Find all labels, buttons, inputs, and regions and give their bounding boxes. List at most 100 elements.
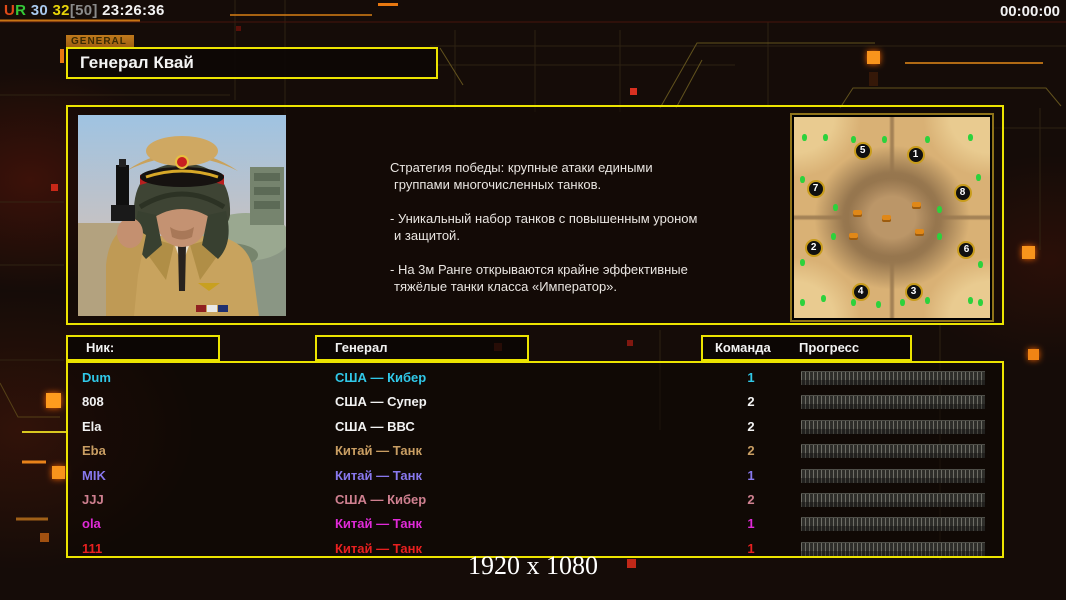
- map-resource-dot: [821, 294, 827, 302]
- map-spawn-marker: 8: [953, 184, 972, 203]
- map-preview: 12345678: [790, 113, 994, 322]
- player-load-progressbar: [801, 395, 985, 410]
- map-resource-dot: [937, 206, 943, 214]
- tie: [178, 245, 186, 291]
- player-team: 2: [747, 491, 755, 507]
- player-nick: ola: [82, 516, 101, 532]
- top-status-bar: UR 30 32[50] 23:26:36 00:00:00: [0, 0, 1066, 22]
- map-resource-dot: [925, 296, 931, 304]
- header-nick-label: Ник:: [86, 340, 115, 355]
- player-nick: Eba: [82, 443, 106, 459]
- map-spawn-marker: 3: [904, 282, 923, 301]
- map-spawn-marker: 1: [906, 146, 925, 165]
- roster-row: Dum США — Кибер 1: [68, 366, 1002, 390]
- header-team-label: Команда: [715, 340, 771, 355]
- player-load-progressbar: [801, 468, 985, 483]
- map-terrain: 12345678: [794, 117, 990, 318]
- roster-row: ola Китай — Танк 1: [68, 512, 1002, 536]
- map-resource-dot: [978, 298, 984, 306]
- player-load-progressbar: [801, 492, 985, 507]
- header-team-progress: Команда Прогресс: [701, 335, 912, 361]
- player-nick: MIK: [82, 467, 106, 483]
- map-resource-dot: [833, 204, 839, 212]
- page-title: Генерал Квай: [80, 53, 194, 72]
- map-resource-dot: [925, 136, 931, 144]
- info-paragraph: Стратегия победы: крупные атаки едиными г…: [390, 160, 653, 192]
- map-spawn-marker: 7: [806, 180, 825, 199]
- player-team: 1: [747, 516, 755, 532]
- roster-row: Ela США — ВВС 2: [68, 415, 1002, 439]
- player-general: США — ВВС: [335, 418, 415, 434]
- map-supply-pile: [882, 214, 892, 222]
- info-paragraph: - Уникальный набор танков с повышенным у…: [390, 211, 698, 243]
- player-general: Китай — Танк: [335, 467, 422, 483]
- map-spawn-marker: 2: [804, 238, 823, 257]
- session-stats: UR 30 32[50] 23:26:36: [4, 2, 165, 19]
- header-general-label: Генерал: [335, 340, 388, 355]
- player-nick: 808: [82, 394, 104, 410]
- player-nick: Dum: [82, 370, 111, 385]
- map-resource-dot: [899, 298, 905, 306]
- general-info-panel: Стратегия победы: крупные атаки едиными г…: [66, 105, 1004, 325]
- match-timer: 00:00:00: [999, 3, 1060, 20]
- header-general: Генерал: [315, 335, 529, 361]
- player-general: США — Кибер: [335, 491, 427, 507]
- strategy-text: Стратегия победы: крупные атаки едиными г…: [390, 159, 720, 312]
- player-load-progressbar: [801, 419, 985, 434]
- roster-row: Eba Китай — Танк 2: [68, 439, 1002, 463]
- map-resource-dot: [876, 300, 882, 308]
- player-nick: JJJ: [82, 491, 104, 507]
- stat-yellow: 32: [52, 2, 70, 19]
- map-resource-dot: [968, 134, 974, 142]
- map-resource-dot: [937, 232, 943, 240]
- map-resource-dot: [968, 296, 974, 304]
- player-team: 1: [747, 370, 755, 385]
- player-team: 2: [747, 394, 755, 410]
- player-nick: Ela: [82, 418, 102, 434]
- player-general: США — Кибер: [335, 370, 427, 385]
- roster-panel: Dum США — Кибер 1 808 США — Супер 2 Ela …: [66, 361, 1004, 558]
- clock: 23:26:36: [102, 2, 165, 19]
- cap-star-badge: [175, 155, 189, 169]
- info-paragraph: - На 3м Ранге открываются крайне эффекти…: [390, 262, 688, 294]
- map-resource-dot: [801, 134, 807, 142]
- map-resource-dot: [976, 174, 982, 182]
- map-resource-dot: [823, 134, 829, 142]
- title-box: Генерал Квай: [66, 47, 438, 79]
- player-general: Китай — Танк: [335, 443, 422, 459]
- header-nick: Ник:: [66, 335, 220, 361]
- stat-u: U: [4, 2, 16, 19]
- stat-blue: 30: [30, 2, 49, 19]
- map-resource-dot: [882, 136, 888, 144]
- map-resource-dot: [978, 260, 984, 268]
- map-resource-dot: [831, 232, 837, 240]
- player-team: 2: [747, 418, 755, 434]
- player-team: 1: [747, 467, 755, 483]
- stat-bracket: [50]: [69, 2, 98, 19]
- map-resource-dot: [799, 258, 805, 266]
- player-load-progressbar: [801, 371, 985, 385]
- resolution-watermark: 1920 x 1080: [468, 551, 598, 580]
- player-general: США — Супер: [335, 394, 427, 410]
- map-spawn-marker: 6: [957, 240, 976, 259]
- roster-row: JJJ США — Кибер 2: [68, 488, 1002, 512]
- map-spawn-marker: 5: [853, 142, 872, 161]
- map-supply-pile: [911, 202, 921, 210]
- map-supply-pile: [852, 210, 862, 218]
- loading-screen: UR 30 32[50] 23:26:36 00:00:00 GENERAL Г…: [0, 0, 1066, 600]
- roster-row: 808 США — Супер 2: [68, 390, 1002, 414]
- map-resource-dot: [799, 298, 805, 306]
- map-resource-dot: [799, 176, 805, 184]
- player-team: 2: [747, 443, 755, 459]
- roster-rows: Dum США — Кибер 1 808 США — Супер 2 Ela …: [68, 366, 1002, 561]
- header-progress-label: Прогресс: [799, 340, 860, 355]
- general-portrait: [78, 115, 286, 316]
- hand: [117, 218, 143, 248]
- stat-r: R: [15, 2, 27, 19]
- map-supply-pile: [848, 232, 858, 240]
- player-general: Китай — Танк: [335, 516, 422, 532]
- player-load-progressbar: [801, 444, 985, 459]
- map-resource-dot: [850, 136, 856, 144]
- map-resource-dot: [850, 298, 856, 306]
- roster-row: MIK Китай — Танк 1: [68, 464, 1002, 488]
